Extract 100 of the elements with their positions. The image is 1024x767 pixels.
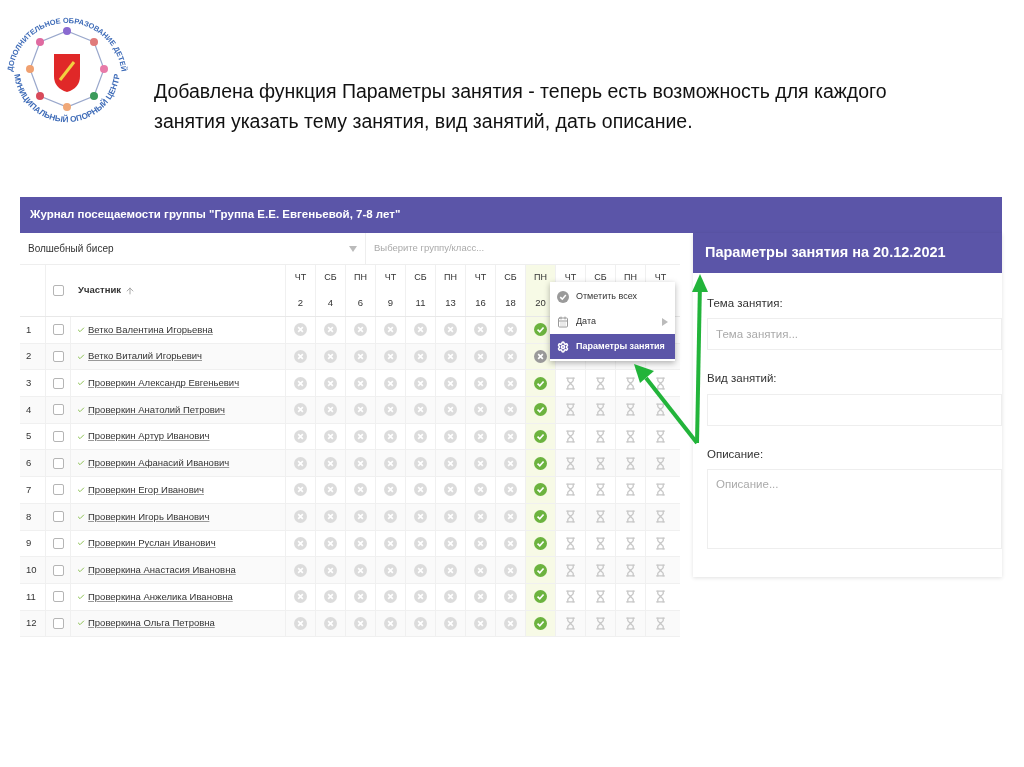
cross-circle-icon[interactable] bbox=[414, 430, 427, 444]
cross-circle-icon[interactable] bbox=[294, 483, 307, 497]
cross-circle-icon[interactable] bbox=[324, 483, 337, 497]
participant-link[interactable]: Проверкин Афанасий Иванович bbox=[88, 456, 230, 471]
cross-circle-icon[interactable] bbox=[504, 563, 517, 577]
cross-circle-icon[interactable] bbox=[474, 510, 487, 524]
cross-circle-icon[interactable] bbox=[414, 563, 427, 577]
cross-circle-icon[interactable] bbox=[474, 323, 487, 337]
checkbox[interactable] bbox=[52, 484, 64, 496]
cross-circle-icon[interactable] bbox=[294, 323, 307, 337]
cross-circle-icon[interactable] bbox=[294, 510, 307, 524]
hourglass-icon[interactable] bbox=[594, 536, 607, 550]
cross-circle-icon[interactable] bbox=[354, 430, 367, 444]
cross-circle-icon[interactable] bbox=[414, 616, 427, 630]
cross-circle-icon[interactable] bbox=[444, 483, 457, 497]
cross-circle-icon[interactable] bbox=[384, 616, 397, 630]
participant-link[interactable]: Проверкин Анатолий Петрович bbox=[88, 402, 226, 418]
cross-circle-icon[interactable] bbox=[504, 483, 517, 497]
cross-circle-icon[interactable] bbox=[324, 403, 337, 417]
hourglass-icon[interactable] bbox=[594, 430, 607, 444]
hourglass-icon[interactable] bbox=[594, 483, 607, 497]
hourglass-icon[interactable] bbox=[564, 456, 577, 470]
hourglass-icon[interactable] bbox=[624, 510, 637, 524]
cross-circle-icon[interactable] bbox=[414, 323, 427, 337]
cross-circle-icon[interactable] bbox=[384, 430, 397, 444]
cross-circle-icon[interactable] bbox=[504, 376, 517, 390]
hourglass-icon[interactable] bbox=[654, 483, 667, 497]
cross-circle-icon[interactable] bbox=[414, 536, 427, 550]
participant-link[interactable]: Проверкина Ольга Петровна bbox=[88, 616, 215, 631]
cross-circle-icon[interactable] bbox=[504, 616, 517, 630]
participant-link[interactable]: Проверкин Егор Иванович bbox=[88, 482, 204, 498]
hourglass-icon[interactable] bbox=[564, 376, 577, 390]
checkbox[interactable] bbox=[52, 617, 64, 629]
cross-circle-icon[interactable] bbox=[324, 456, 337, 470]
check-circle-icon[interactable] bbox=[534, 510, 547, 524]
check-circle-icon[interactable] bbox=[534, 403, 547, 417]
checkbox[interactable] bbox=[52, 457, 64, 469]
hourglass-icon[interactable] bbox=[624, 616, 637, 630]
hourglass-icon[interactable] bbox=[594, 616, 607, 630]
cross-circle-icon[interactable] bbox=[384, 536, 397, 550]
cross-circle-icon[interactable] bbox=[324, 350, 337, 364]
hourglass-icon[interactable] bbox=[594, 403, 607, 417]
cross-circle-icon[interactable] bbox=[474, 376, 487, 390]
cross-circle-icon[interactable] bbox=[384, 510, 397, 524]
cross-circle-icon[interactable] bbox=[474, 403, 487, 417]
cross-circle-icon[interactable] bbox=[474, 536, 487, 550]
cross-circle-icon[interactable] bbox=[444, 510, 457, 524]
participant-link[interactable]: Проверкин Игорь Иванович bbox=[88, 509, 210, 524]
hourglass-icon[interactable] bbox=[654, 403, 667, 417]
cross-circle-icon[interactable] bbox=[354, 456, 367, 470]
cross-circle-icon[interactable] bbox=[414, 376, 427, 390]
cross-circle-icon[interactable] bbox=[324, 323, 337, 337]
cross-circle-icon[interactable] bbox=[474, 616, 487, 630]
cross-circle-icon[interactable] bbox=[504, 456, 517, 470]
cross-circle-icon[interactable] bbox=[504, 590, 517, 604]
cross-circle-icon[interactable] bbox=[414, 510, 427, 524]
menu-item[interactable]: Дата bbox=[550, 309, 675, 334]
participant-link[interactable]: Проверкин Александр Евгеньевич bbox=[88, 376, 240, 391]
check-circle-icon[interactable] bbox=[534, 376, 547, 390]
input-field[interactable]: Тема занятия... bbox=[707, 318, 1002, 351]
cross-circle-icon[interactable] bbox=[354, 403, 367, 417]
hourglass-icon[interactable] bbox=[564, 510, 577, 524]
hourglass-icon[interactable] bbox=[654, 376, 667, 390]
cross-circle-icon[interactable] bbox=[324, 430, 337, 444]
hourglass-icon[interactable] bbox=[564, 536, 577, 550]
cross-circle-icon[interactable] bbox=[354, 483, 367, 497]
hourglass-icon[interactable] bbox=[594, 456, 607, 470]
hourglass-icon[interactable] bbox=[624, 536, 637, 550]
cross-circle-icon[interactable] bbox=[384, 456, 397, 470]
cross-circle-icon[interactable] bbox=[444, 616, 457, 630]
cross-circle-icon[interactable] bbox=[324, 536, 337, 550]
cross-circle-icon[interactable] bbox=[324, 616, 337, 630]
cross-circle-icon[interactable] bbox=[354, 323, 367, 337]
sort-icon[interactable] bbox=[125, 285, 135, 296]
cross-circle-icon[interactable] bbox=[474, 483, 487, 497]
hourglass-icon[interactable] bbox=[564, 430, 577, 444]
cross-circle-icon[interactable] bbox=[444, 456, 457, 470]
cross-circle-icon[interactable] bbox=[324, 376, 337, 390]
cross-circle-icon[interactable] bbox=[384, 483, 397, 497]
cross-circle-icon[interactable] bbox=[504, 536, 517, 550]
cross-circle-icon[interactable] bbox=[294, 563, 307, 577]
cross-circle-icon[interactable] bbox=[384, 403, 397, 417]
cross-circle-icon[interactable] bbox=[444, 536, 457, 550]
hourglass-icon[interactable] bbox=[624, 430, 637, 444]
hourglass-icon[interactable] bbox=[624, 563, 637, 577]
cross-circle-icon[interactable] bbox=[384, 350, 397, 364]
participant-link[interactable]: Ветко Валентина Игорьевна bbox=[88, 322, 213, 337]
cross-circle-icon[interactable] bbox=[504, 510, 517, 524]
check-circle-icon[interactable] bbox=[534, 563, 547, 577]
course-select[interactable]: Волшебный бисер bbox=[20, 233, 365, 264]
cross-circle-icon[interactable] bbox=[324, 590, 337, 604]
hourglass-icon[interactable] bbox=[594, 376, 607, 390]
cross-circle-icon[interactable] bbox=[294, 456, 307, 470]
hourglass-icon[interactable] bbox=[594, 510, 607, 524]
cross-circle-icon[interactable] bbox=[474, 590, 487, 604]
cross-circle-icon[interactable] bbox=[354, 350, 367, 364]
cross-circle-icon[interactable] bbox=[294, 430, 307, 444]
cross-circle-icon[interactable] bbox=[384, 563, 397, 577]
participant-link[interactable]: Проверкина Анжелика Ивановна bbox=[88, 589, 233, 604]
checkbox[interactable] bbox=[52, 431, 64, 443]
